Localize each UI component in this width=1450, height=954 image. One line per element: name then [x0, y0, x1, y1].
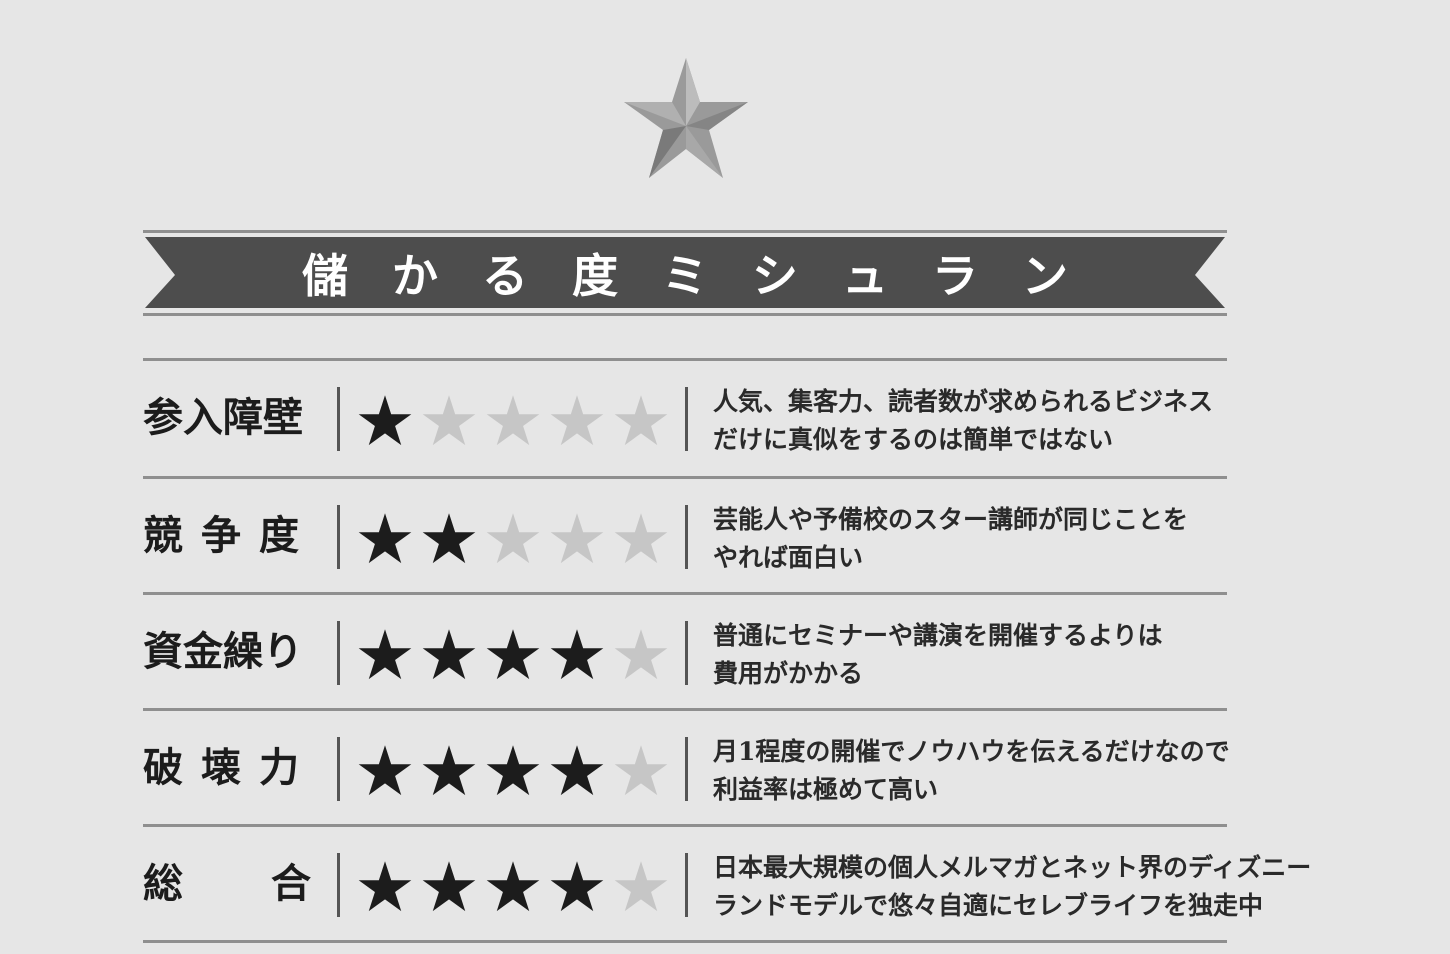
- divider: [685, 853, 688, 917]
- filled-star-icon: [550, 629, 604, 680]
- star-rating: [357, 393, 669, 449]
- rating-label: 資金繰り: [143, 629, 303, 675]
- description-line: ランドモデルで悠々自適にセレブライフを独走中: [713, 891, 1264, 920]
- description-line: 人気、集客力、読者数が求められるビジネス: [713, 387, 1214, 416]
- filled-star-icon: [358, 745, 412, 796]
- empty-star-icon: [550, 513, 604, 564]
- filled-star-icon: [550, 745, 604, 796]
- rating-description: 日本最大規模の個人メルマガとネット界のディズニー ランドモデルで悠々自適にセレブ…: [713, 849, 1353, 925]
- description-line: 利益率は極めて高い: [713, 775, 939, 804]
- filled-star-icon: [550, 861, 604, 912]
- filled-star-icon: [358, 861, 412, 912]
- star-rating: [357, 627, 669, 683]
- rating-label-char: 総: [143, 861, 183, 907]
- filled-star-icon: [358, 513, 412, 564]
- filled-star-icon: [422, 861, 476, 912]
- divider: [337, 621, 340, 685]
- rating-label: 破壊力: [143, 745, 317, 791]
- rating-label: 参入障壁: [143, 395, 303, 441]
- filled-star-icon: [358, 395, 412, 446]
- divider: [685, 621, 688, 685]
- divider: [337, 387, 340, 451]
- rating-row-overall: 総合 日本最大規模の個人メルマガとネット界のディズニー ランドモデルで悠々自適に…: [143, 827, 1343, 943]
- filled-star-icon: [358, 629, 412, 680]
- filled-star-icon: [422, 745, 476, 796]
- rating-label: 競争度: [143, 513, 317, 559]
- page-title: 儲かる度ミシュラン: [302, 249, 1112, 303]
- star-rating: [357, 511, 669, 567]
- divider: [685, 505, 688, 569]
- empty-star-icon: [486, 395, 540, 446]
- rating-label: 総合: [143, 859, 311, 909]
- rating-row-cash-flow: 資金繰り 普通にセミナーや講演を開催するよりは 費用がかかる: [143, 595, 1343, 711]
- description-line: 日本最大規模の個人メルマガとネット界のディズニー: [713, 853, 1312, 882]
- description-line: やれば面白い: [713, 543, 864, 572]
- empty-star-icon: [614, 861, 668, 912]
- star-rating: [357, 859, 669, 915]
- title-banner: 儲かる度ミシュラン: [143, 230, 1227, 316]
- rating-row-impact: 破壊力 月1程度の開催でノウハウを伝えるだけなので 利益率は極めて高い: [143, 711, 1343, 827]
- divider: [337, 853, 340, 917]
- description-line: 費用がかかる: [713, 659, 864, 688]
- empty-star-icon: [422, 395, 476, 446]
- description-line: 芸能人や予備校のスター講師が同じことを: [713, 505, 1189, 534]
- filled-star-icon: [422, 629, 476, 680]
- rating-description: 普通にセミナーや講演を開催するよりは 費用がかかる: [713, 617, 1353, 693]
- rating-row-competition: 競争度 芸能人や予備校のスター講師が同じことを やれば面白い: [143, 479, 1343, 595]
- filled-star-icon: [422, 513, 476, 564]
- divider: [685, 387, 688, 451]
- rating-description: 月1程度の開催でノウハウを伝えるだけなので 利益率は極めて高い: [713, 733, 1353, 809]
- empty-star-icon: [614, 629, 668, 680]
- rating-description: 人気、集客力、読者数が求められるビジネス だけに真似をするのは簡単ではない: [713, 383, 1353, 459]
- star-rating: [357, 743, 669, 799]
- divider: [337, 737, 340, 801]
- rating-description: 芸能人や予備校のスター講師が同じことを やれば面白い: [713, 501, 1353, 577]
- description-line: だけに真似をするのは簡単ではない: [713, 425, 1114, 454]
- rating-row-entry-barrier: 参入障壁 人気、集客力、読者数が求められるビジネス だけに真似をするのは簡単では…: [143, 361, 1343, 477]
- empty-star-icon: [486, 513, 540, 564]
- filled-star-icon: [486, 629, 540, 680]
- filled-star-icon: [486, 861, 540, 912]
- empty-star-icon: [614, 513, 668, 564]
- divider: [337, 505, 340, 569]
- header-star-icon: [620, 56, 752, 184]
- description-line: 月1程度の開催でノウハウを伝えるだけなので: [713, 737, 1230, 766]
- empty-star-icon: [550, 395, 604, 446]
- empty-star-icon: [614, 395, 668, 446]
- rating-label-char: 合: [271, 861, 311, 907]
- description-line: 普通にセミナーや講演を開催するよりは: [713, 621, 1163, 650]
- empty-star-icon: [614, 745, 668, 796]
- divider: [685, 737, 688, 801]
- filled-star-icon: [486, 745, 540, 796]
